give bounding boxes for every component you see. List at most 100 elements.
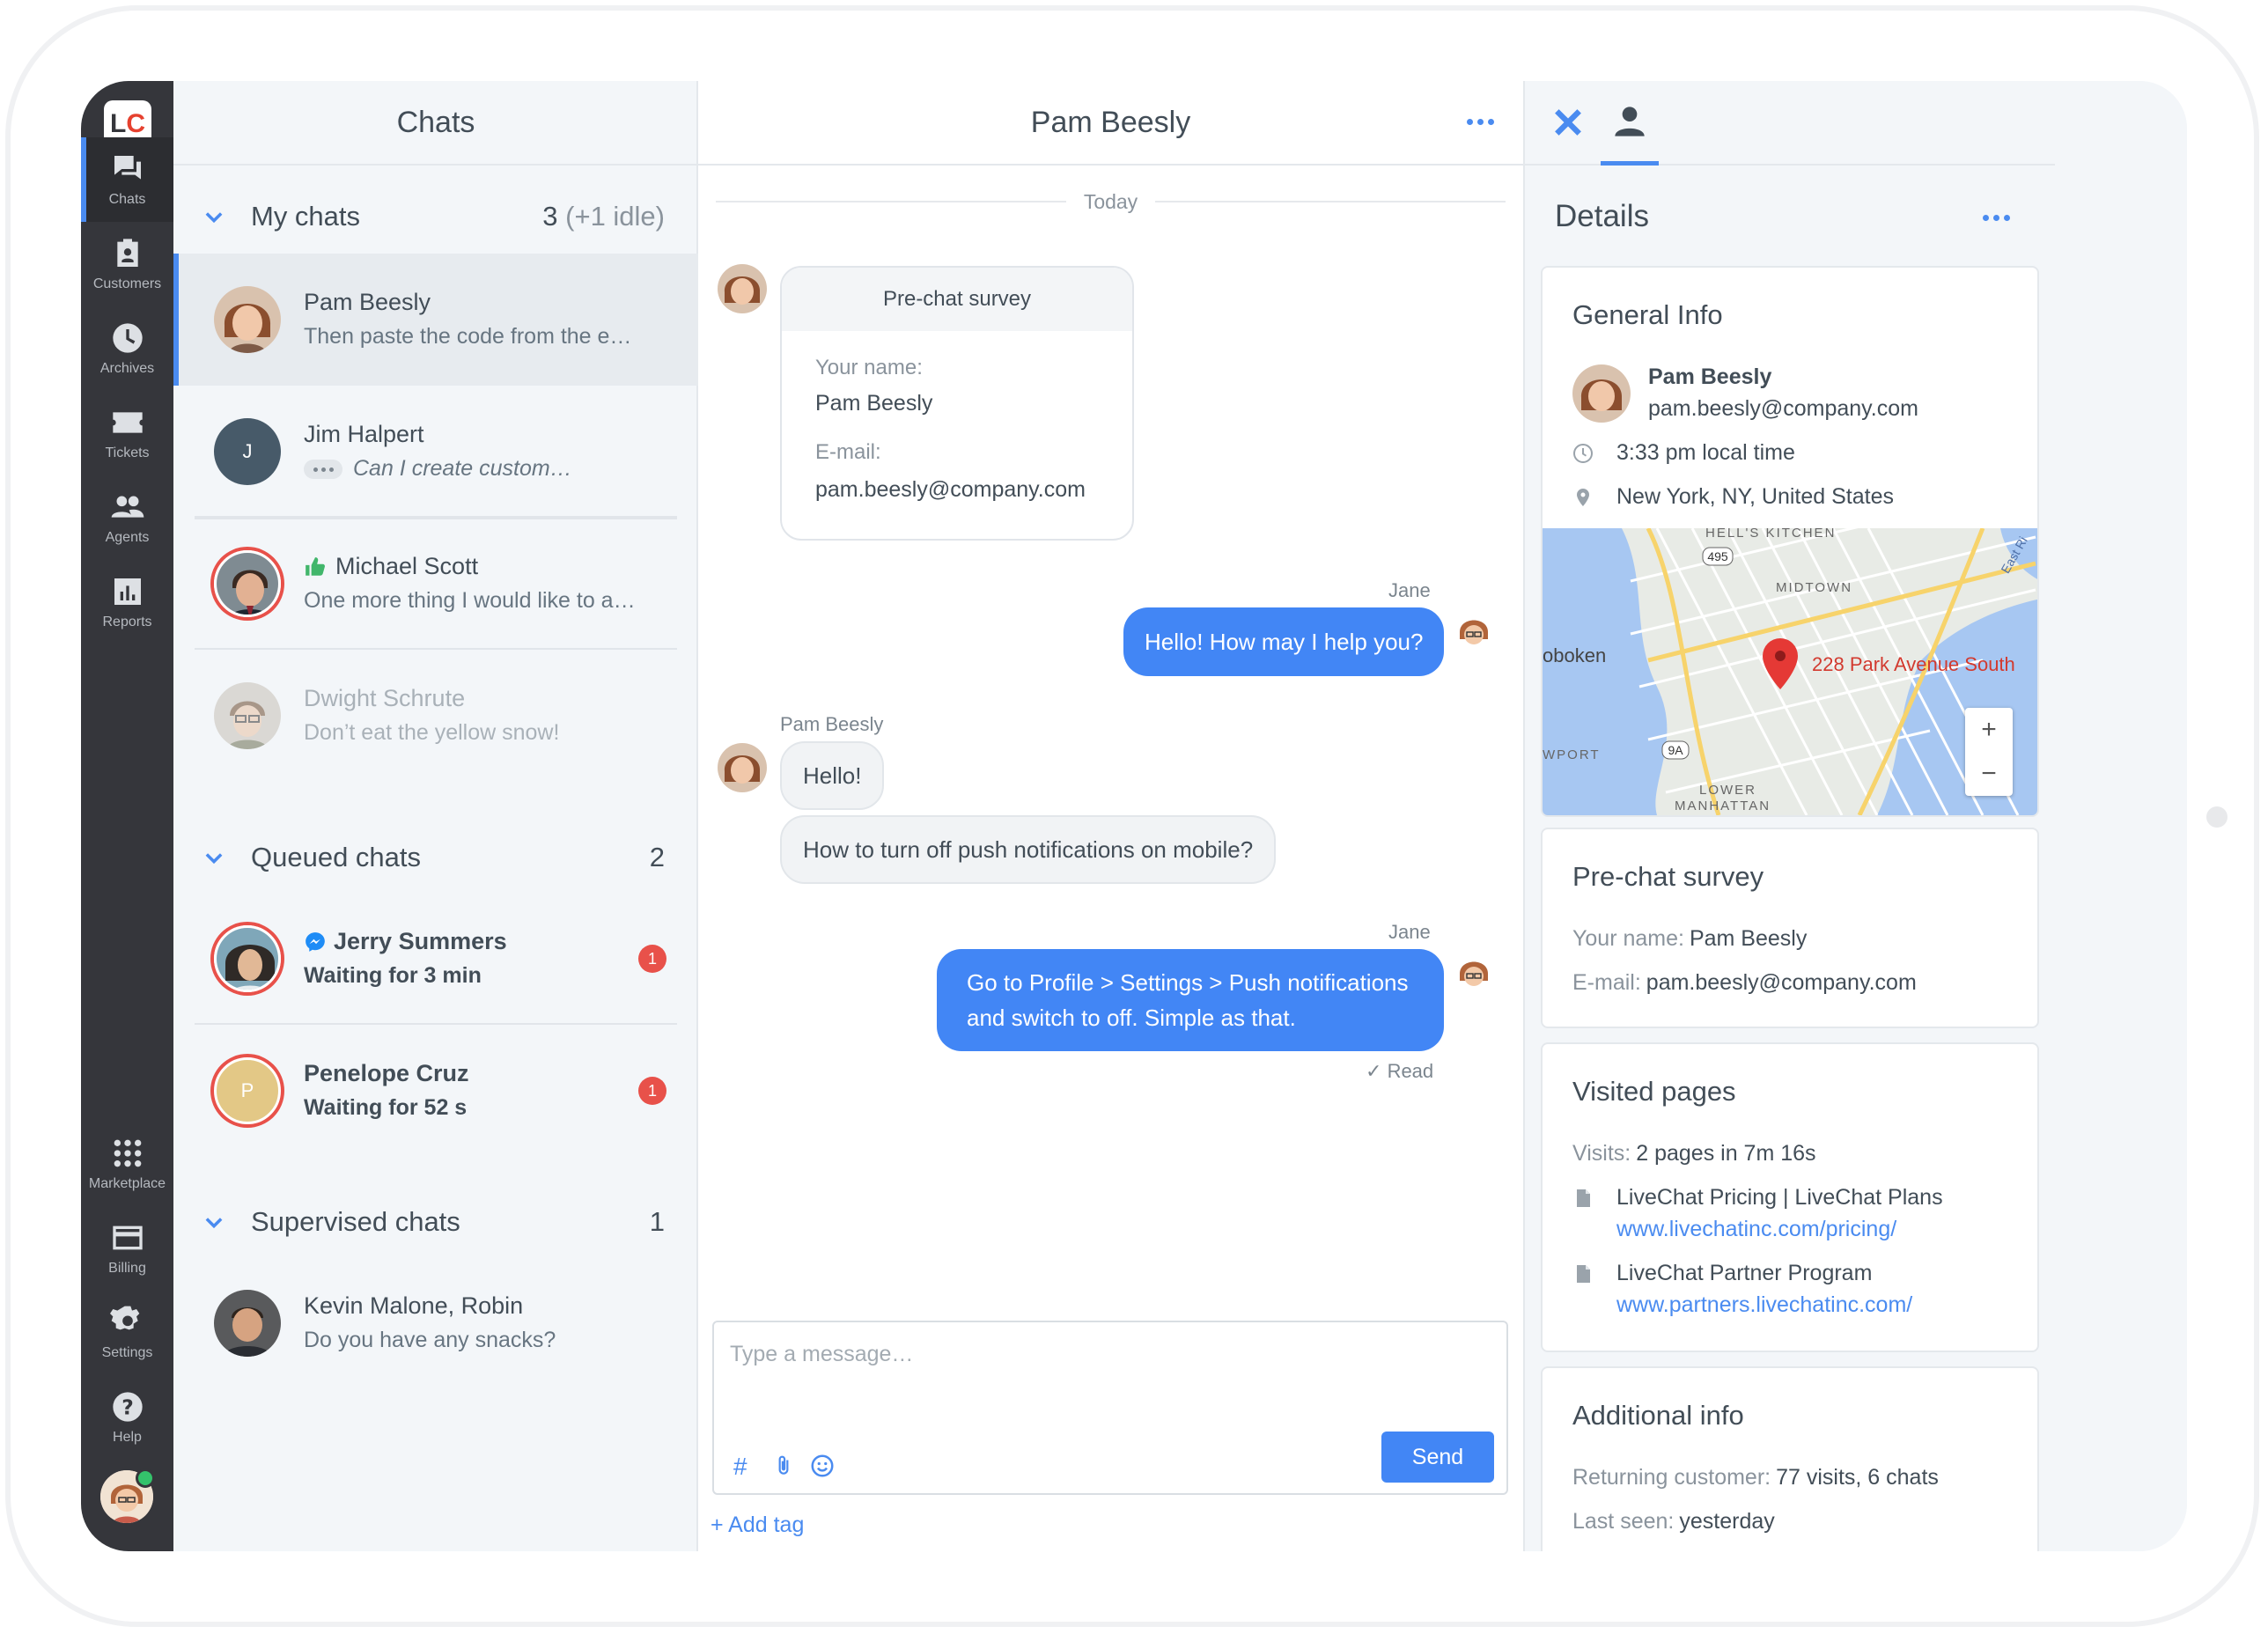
app-screen: LC Chats Customers Archives Tickets Agen…: [81, 81, 2187, 1551]
thumbs-up-icon: [304, 556, 327, 578]
billing-icon: [112, 1226, 143, 1250]
additional-info-card: Additional info Returning customer: 77 vi…: [1541, 1366, 2039, 1551]
nav-item-agents[interactable]: Agents: [81, 475, 173, 560]
nav-item-chats[interactable]: Chats: [81, 137, 173, 222]
location-pin-icon: [1572, 487, 1594, 508]
send-button[interactable]: Send: [1381, 1432, 1494, 1483]
avatar: [214, 1290, 281, 1357]
details-title: Details: [1555, 199, 1649, 233]
svg-text:WPORT: WPORT: [1543, 747, 1601, 762]
visited-page-link[interactable]: www.partners.livechatinc.com/: [1616, 1292, 1912, 1318]
nav-item-reports[interactable]: Reports: [81, 560, 173, 644]
emoji-icon[interactable]: [809, 1453, 836, 1485]
person-icon: [1615, 107, 1645, 136]
pre-chat-survey-details-card: Pre-chat survey Your name: Pam Beesly E-m…: [1541, 828, 2039, 1028]
nav-item-marketplace[interactable]: Marketplace: [81, 1122, 173, 1206]
message-input[interactable]: [730, 1338, 1487, 1370]
chat-item-michael-scott[interactable]: Michael Scott One more thing I would lik…: [173, 518, 698, 650]
pre-chat-survey-card: Pre-chat survey Your name: Pam Beesly E-…: [780, 266, 1134, 541]
visited-page-link[interactable]: www.livechatinc.com/pricing/: [1616, 1217, 1896, 1242]
more-options-icon[interactable]: [1467, 119, 1494, 125]
hashtag-icon[interactable]: #: [733, 1453, 747, 1481]
agent-avatar: [1449, 607, 1498, 657]
section-supervised-chats[interactable]: Supervised chats 1: [173, 1187, 698, 1257]
zoom-in-button[interactable]: +: [1965, 708, 2013, 752]
chats-title: Chats: [173, 81, 698, 166]
avatar: P: [214, 1057, 281, 1124]
nav-item-archives[interactable]: Archives: [81, 306, 173, 391]
nav-item-help[interactable]: ? Help: [81, 1375, 173, 1460]
messenger-icon: [304, 931, 327, 953]
chats-icon: [114, 156, 141, 180]
customer-avatar: [718, 743, 767, 792]
svg-text:MANHATTAN: MANHATTAN: [1675, 799, 1771, 813]
chevron-down-icon[interactable]: [202, 1210, 226, 1234]
avatar: J: [214, 418, 281, 485]
customers-icon: [116, 239, 138, 267]
details-tabs: [1525, 81, 2055, 166]
chevron-down-icon[interactable]: [202, 845, 226, 870]
visited-pages-card: Visited pages Visits: 2 pages in 7m 16s L…: [1541, 1042, 2039, 1352]
svg-text:HELL'S KITCHEN: HELL'S KITCHEN: [1705, 528, 1836, 541]
nav-item-customers[interactable]: Customers: [81, 222, 173, 306]
typing-indicator-icon: [304, 460, 342, 480]
date-divider: Today: [716, 188, 1506, 215]
message-sender: Pam Beesly: [780, 713, 884, 735]
message-sender: Jane: [1388, 921, 1431, 943]
chat-item-jerry-summers[interactable]: Jerry Summers Waiting for 3 min 1: [173, 893, 698, 1025]
svg-text:9A: 9A: [1668, 743, 1683, 757]
map-zoom-control: + −: [1965, 708, 2013, 796]
checkmark-icon: ✓: [1366, 1060, 1382, 1082]
unread-badge: 1: [638, 945, 666, 973]
reports-icon: [114, 578, 141, 605]
section-my-chats[interactable]: My chats 3 (+1 idle): [173, 181, 698, 252]
message-bubble-incoming: Hello!: [780, 741, 885, 810]
archives-icon: [112, 323, 143, 353]
agent-avatar: [1449, 949, 1498, 998]
chat-item-pam-beesly[interactable]: Pam Beesly Then paste the code from the …: [173, 254, 698, 386]
svg-text:495: 495: [1707, 549, 1728, 563]
location-map[interactable]: 228 Park Avenue South HELL'S KITCHEN MID…: [1543, 528, 2037, 815]
document-icon: [1572, 1188, 1594, 1209]
section-queued-chats[interactable]: Queued chats 2: [173, 822, 698, 893]
map-pin-label: 228 Park Avenue South: [1812, 653, 2015, 675]
general-info-card: General Info Pam Beesly pam.beesly@compa…: [1541, 266, 2039, 817]
read-receipt: ✓ Read: [1366, 1060, 1434, 1082]
my-chats-count: 3 (+1 idle): [542, 201, 665, 232]
message-sender: Jane: [1388, 579, 1431, 601]
unread-badge: 1: [638, 1077, 666, 1105]
nav-item-billing[interactable]: Billing: [81, 1206, 173, 1291]
conversation-title: Pam Beesly: [698, 81, 1523, 166]
add-tag-link[interactable]: + Add tag: [711, 1513, 804, 1538]
settings-icon: [109, 1306, 139, 1330]
tab-customer-details[interactable]: [1601, 99, 1659, 166]
avatar: [214, 286, 281, 353]
online-status-indicator: [136, 1468, 155, 1488]
svg-text:?: ?: [122, 1395, 134, 1419]
attachment-icon[interactable]: [772, 1453, 795, 1485]
marketplace-icon: [114, 1139, 141, 1167]
chat-item-kevin-malone[interactable]: Kevin Malone, Robin Do you have any snac…: [173, 1257, 698, 1389]
details-panel: Details General Info Pam Beesly pam.bees…: [1523, 81, 2187, 1551]
message-bubble-outgoing: Go to Profile > Settings > Push notifica…: [937, 949, 1444, 1051]
zoom-out-button[interactable]: −: [1965, 752, 2013, 796]
chat-item-jim-halpert[interactable]: J Jim Halpert Can I create custom…: [173, 386, 698, 518]
nav-item-settings[interactable]: Settings: [81, 1291, 173, 1375]
tablet-home-dot: [2206, 806, 2228, 828]
avatar: [214, 550, 281, 617]
more-options-icon[interactable]: [1983, 215, 2010, 221]
svg-text:LOWER: LOWER: [1699, 783, 1756, 798]
chevron-down-icon[interactable]: [202, 204, 226, 229]
chat-item-penelope-cruz[interactable]: P Penelope Cruz Waiting for 52 s 1: [173, 1025, 698, 1157]
help-icon: ?: [112, 1392, 143, 1422]
svg-text:MIDTOWN: MIDTOWN: [1776, 580, 1852, 595]
chat-item-dwight-schrute[interactable]: Dwight Schrute Don’t eat the yellow snow…: [173, 650, 698, 782]
message-bubble-incoming: How to turn off push notifications on mo…: [780, 815, 1277, 884]
document-icon: [1572, 1263, 1594, 1284]
nav-item-tickets[interactable]: Tickets: [81, 391, 173, 475]
svg-text:oboken: oboken: [1543, 644, 1606, 666]
chats-list-panel: Chats My chats 3 (+1 idle) Pam Beesly Th…: [173, 81, 698, 1551]
message-bubble-outgoing: Hello! How may I help you?: [1123, 607, 1445, 676]
close-icon[interactable]: [1551, 106, 1585, 139]
conversation-panel: Pam Beesly Today Pre-chat survey Your na…: [698, 81, 1523, 1551]
